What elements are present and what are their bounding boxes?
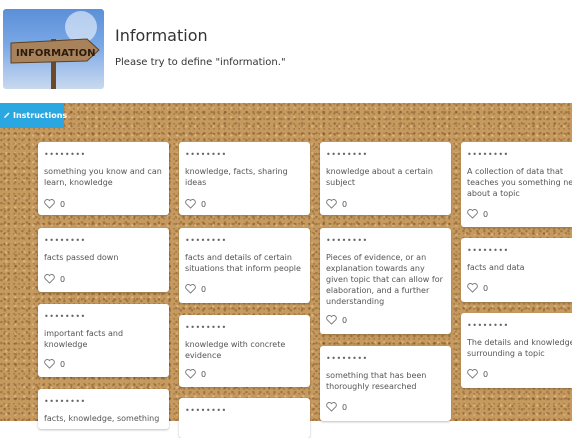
post-text: knowledge, facts, sharing ideas	[185, 167, 288, 187]
like-control[interactable]: 0	[326, 199, 347, 209]
post-card[interactable]: •••••••• knowledge with concrete evidenc…	[179, 315, 310, 387]
like-count: 0	[60, 274, 66, 284]
like-control[interactable]: 0	[326, 402, 347, 412]
post-card[interactable]: •••••••• something you know and can lear…	[38, 142, 169, 215]
post-author: ••••••••	[326, 150, 368, 159]
post-text: knowledge with concrete evidence	[185, 340, 286, 360]
post-card[interactable]: •••••••• knowledge, facts, sharing ideas…	[179, 142, 310, 215]
post-text: A collection of data that teaches you so…	[467, 167, 572, 198]
post-author: ••••••••	[44, 150, 86, 159]
page-title: Information	[115, 26, 208, 45]
post-author: ••••••••	[467, 246, 509, 255]
post-card[interactable]: •••••••• important facts and knowledge 0	[38, 304, 169, 377]
heart-icon[interactable]	[185, 369, 196, 379]
post-card[interactable]: •••••••• facts and data 0	[461, 238, 572, 302]
post-author: ••••••••	[467, 321, 509, 330]
post-author: ••••••••	[185, 150, 227, 159]
post-author: ••••••••	[185, 236, 227, 245]
like-control[interactable]: 0	[467, 283, 488, 293]
like-count: 0	[483, 209, 489, 219]
post-card[interactable]: ••••••••	[179, 398, 310, 438]
post-author: ••••••••	[44, 312, 86, 321]
heart-icon[interactable]	[326, 315, 337, 325]
heart-icon[interactable]	[467, 283, 478, 293]
like-count: 0	[60, 199, 66, 209]
like-control[interactable]: 0	[185, 369, 206, 379]
post-card[interactable]: •••••••• knowledge about a certain subje…	[320, 142, 451, 215]
like-control[interactable]: 0	[185, 199, 206, 209]
post-card[interactable]: •••••••• Pieces of evidence, or an expla…	[320, 228, 451, 334]
like-control[interactable]: 0	[44, 274, 65, 284]
post-author: ••••••••	[185, 406, 227, 415]
like-control[interactable]: 0	[44, 359, 65, 369]
heart-icon[interactable]	[326, 199, 337, 209]
like-control[interactable]: 0	[44, 199, 65, 209]
post-card[interactable]: •••••••• facts and details of certain si…	[179, 228, 310, 303]
heart-icon[interactable]	[467, 369, 478, 379]
post-card[interactable]: •••••••• facts passed down 0	[38, 228, 169, 292]
like-count: 0	[201, 284, 207, 294]
like-count: 0	[201, 369, 207, 379]
post-text: knowledge about a certain subject	[326, 167, 433, 187]
pencil-icon	[3, 111, 11, 121]
like-control[interactable]: 0	[326, 315, 347, 325]
heart-icon[interactable]	[44, 199, 55, 209]
like-control[interactable]: 0	[185, 284, 206, 294]
heart-icon[interactable]	[467, 209, 478, 219]
like-count: 0	[483, 283, 489, 293]
post-author: ••••••••	[326, 354, 368, 363]
post-text: something that has been thoroughly resea…	[326, 371, 427, 391]
sign-text: INFORMATION	[16, 48, 95, 59]
post-text: facts passed down	[44, 253, 119, 262]
post-text: facts, knowledge, something	[44, 414, 160, 423]
post-author: ••••••••	[44, 236, 86, 245]
padlet-thumbnail: INFORMATION	[3, 9, 104, 89]
heart-icon[interactable]	[44, 359, 55, 369]
like-count: 0	[342, 402, 348, 412]
heart-icon[interactable]	[185, 284, 196, 294]
like-count: 0	[342, 199, 348, 209]
post-card[interactable]: •••••••• The details and knowledge surro…	[461, 313, 572, 388]
heart-icon[interactable]	[44, 274, 55, 284]
post-author: ••••••••	[44, 397, 86, 406]
like-count: 0	[483, 369, 489, 379]
post-card[interactable]: •••••••• facts, knowledge, something	[38, 389, 169, 429]
post-author: ••••••••	[326, 236, 368, 245]
post-text: facts and details of certain situations …	[185, 253, 301, 273]
post-author: ••••••••	[185, 323, 227, 332]
post-text: facts and data	[467, 263, 525, 272]
post-text: The details and knowledge surrounding a …	[467, 338, 572, 358]
instructions-label: Instructions	[13, 111, 68, 120]
post-card[interactable]: •••••••• A collection of data that teach…	[461, 142, 572, 227]
post-text: Pieces of evidence, or an explanation to…	[326, 253, 443, 306]
page-subtitle: Please try to define "information."	[115, 57, 286, 68]
post-card[interactable]: •••••••• something that has been thoroug…	[320, 346, 451, 421]
like-control[interactable]: 0	[467, 209, 488, 219]
like-control[interactable]: 0	[467, 369, 488, 379]
heart-icon[interactable]	[326, 402, 337, 412]
like-count: 0	[60, 359, 66, 369]
post-author: ••••••••	[467, 150, 509, 159]
like-count: 0	[201, 199, 207, 209]
post-text: something you know and can learn, knowle…	[44, 167, 162, 187]
like-count: 0	[342, 315, 348, 325]
heart-icon[interactable]	[185, 199, 196, 209]
instructions-button[interactable]: Instructions	[0, 103, 68, 128]
page-header: INFORMATION Information Please try to de…	[0, 0, 572, 103]
post-text: important facts and knowledge	[44, 329, 124, 349]
